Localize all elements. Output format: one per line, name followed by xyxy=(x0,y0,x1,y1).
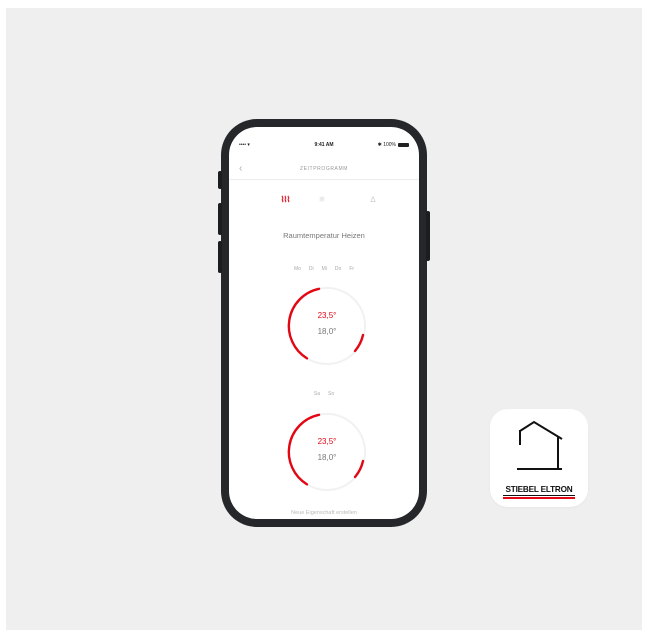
app-icon: STIEBEL ELTRON xyxy=(490,409,588,507)
weekday-group[interactable]: Mo Di Mi Do Fr xyxy=(229,266,419,272)
status-bar: •••• ▾ 9:41 AM ✱ 100% xyxy=(229,142,419,152)
brand-underline-red xyxy=(503,497,575,499)
battery-icon xyxy=(398,142,409,147)
battery-indicator: ✱ 100% xyxy=(378,142,409,148)
cooling-mode-icon[interactable]: ❄ xyxy=(314,195,330,204)
brand-underline-black xyxy=(503,495,575,496)
page-title: ZEITPROGRAMM xyxy=(299,166,349,172)
day-label: Do xyxy=(334,266,342,272)
heating-mode-icon[interactable]: ⌇⌇⌇ xyxy=(277,195,293,204)
phone-side-button xyxy=(218,171,222,189)
comfort-temperature: 23,5° xyxy=(317,437,337,446)
dial-ring-weekend xyxy=(287,413,366,491)
power-button xyxy=(426,211,430,261)
brand-name: STIEBEL ELTRON xyxy=(505,485,573,494)
day-label: Di xyxy=(308,266,314,272)
day-label: Fr xyxy=(349,266,355,272)
mode-tabs: ⌇⌇⌇ ❄ ∆ xyxy=(229,195,419,209)
day-label: Sa xyxy=(313,391,320,397)
phone-mockup: •••• ▾ 9:41 AM ✱ 100% ‹ ZEITPROGRAMM ⌇⌇⌇… xyxy=(218,119,430,527)
eco-temperature: 18,0° xyxy=(317,453,337,462)
house-logo-icon xyxy=(517,420,563,470)
day-label: Mi xyxy=(321,266,327,272)
eco-temperature: 18,0° xyxy=(317,327,337,336)
schedule-dial-weekend[interactable]: 23,5° 18,0° xyxy=(284,409,370,495)
weekend-group[interactable]: Sa So xyxy=(229,391,419,397)
section-title: Raumtemperatur Heizen xyxy=(283,231,365,240)
phone-screen: •••• ▾ 9:41 AM ✱ 100% ‹ ZEITPROGRAMM ⌇⌇⌇… xyxy=(229,127,419,519)
day-label: Mo xyxy=(293,266,301,272)
day-label: So xyxy=(328,391,335,397)
volume-up-button xyxy=(218,203,222,235)
hot-water-mode-icon[interactable]: ∆ xyxy=(365,195,381,204)
comfort-temperature: 23,5° xyxy=(317,311,337,320)
create-property-link[interactable]: Neue Eigenschaft erstellen xyxy=(229,510,419,516)
navigation-bar: ‹ ZEITPROGRAMM xyxy=(229,161,419,180)
schedule-dial-weekdays[interactable]: 23,5° 18,0° xyxy=(284,283,370,369)
volume-down-button xyxy=(218,241,222,273)
battery-label: ✱ 100% xyxy=(377,142,396,148)
dial-ring-weekdays xyxy=(287,287,366,365)
